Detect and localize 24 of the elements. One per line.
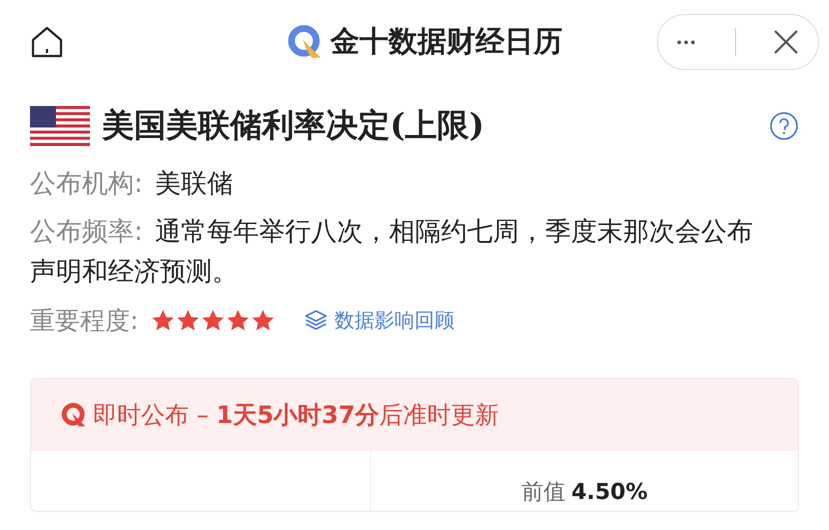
- app-title: 金十数据财经日历: [330, 23, 562, 60]
- info-line: 公布频率: 通常每年举行八次，相隔约七周，季度末那次会公布声明和经济预测。: [30, 216, 754, 289]
- more-button[interactable]: •••: [676, 34, 698, 50]
- help-button[interactable]: [769, 111, 799, 141]
- release-notice: 即时公布 – 1天5小时37分后准时更新: [93, 400, 500, 431]
- importance-label: 重要程度:: [30, 304, 138, 336]
- info-line: 公布机构: 美联储: [30, 168, 234, 201]
- flag-icon: [30, 106, 90, 146]
- star-icon: [252, 310, 274, 330]
- star-icon: [202, 310, 224, 330]
- close-icon: [773, 29, 800, 55]
- help-icon: [769, 111, 799, 141]
- event-title: 美国美联储利率决定(上限): [102, 105, 486, 146]
- clock-logo-icon: [61, 402, 87, 428]
- star-icon: [177, 310, 200, 330]
- star-icon: [152, 310, 174, 330]
- logo-icon: [286, 24, 322, 60]
- close-button[interactable]: [773, 29, 800, 55]
- home-button[interactable]: [30, 25, 64, 59]
- layers-icon: [304, 309, 328, 331]
- review-link[interactable]: 数据影响回顾: [304, 306, 454, 334]
- star-icon: [227, 310, 250, 330]
- previous-value: 前值 4.50%: [521, 479, 648, 507]
- home-icon: [30, 25, 64, 59]
